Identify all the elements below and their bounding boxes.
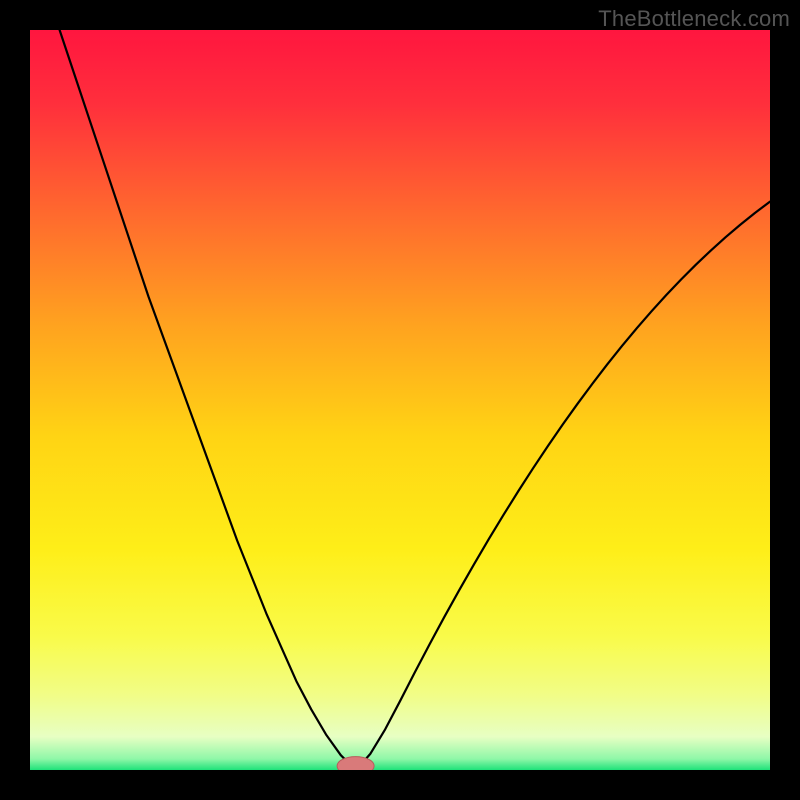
plot-area — [30, 30, 770, 770]
gradient-background — [30, 30, 770, 770]
chart-frame: TheBottleneck.com — [0, 0, 800, 800]
watermark-text: TheBottleneck.com — [598, 6, 790, 32]
bottleneck-chart — [30, 30, 770, 770]
